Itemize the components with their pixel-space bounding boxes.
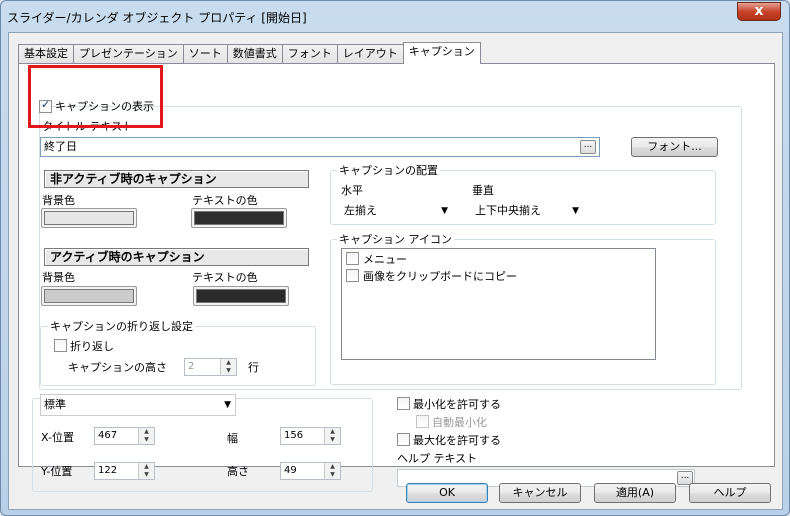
cancel-button[interactable]: キャンセル <box>499 483 581 503</box>
window-title: スライダー/カレンダ オブジェクト プロパティ [開始日] <box>7 11 307 25</box>
width-label: 幅 <box>227 432 238 445</box>
title-text-input[interactable]: 終了日 <box>40 137 600 157</box>
active-caption-header: アクティブ時のキャプション <box>44 248 309 266</box>
height-spinner[interactable]: 49 ▲ ▼ <box>280 462 341 480</box>
icon-copy-image-label: 画像をクリップボードにコピー <box>363 270 517 283</box>
active-text-color-label: テキストの色 <box>192 271 258 284</box>
caption-icons-group-label: キャプション アイコン <box>337 233 454 246</box>
inactive-text-swatch <box>194 211 284 225</box>
y-position-label: Y-位置 <box>41 465 73 478</box>
ok-button[interactable]: OK <box>406 483 488 503</box>
spinner-arrows-icon[interactable]: ▲ ▼ <box>324 463 340 479</box>
help-button[interactable]: ヘルプ <box>689 483 771 503</box>
tab-bar: 基本設定 プレゼンテーション ソート 数値書式 フォント レイアウト キャプショ… <box>18 42 481 64</box>
icon-copy-image-checkbox[interactable] <box>346 269 359 282</box>
chevron-down-icon: ▼ <box>441 206 448 216</box>
icon-menu-checkbox[interactable] <box>346 252 359 265</box>
allow-minimize-checkbox[interactable] <box>397 397 410 410</box>
chevron-down-icon: ▼ <box>572 206 579 216</box>
position-mode-select[interactable]: 標準 ▼ <box>40 394 236 416</box>
width-spinner[interactable]: 156 ▲ ▼ <box>280 427 341 445</box>
horizontal-align-value: 左揃え <box>344 204 377 217</box>
apply-button[interactable]: 適用(A) <box>594 483 676 503</box>
allow-minimize-label: 最小化を許可する <box>413 398 501 411</box>
width-value: 156 <box>284 430 304 441</box>
horizontal-align-select[interactable]: 左揃え ▼ <box>340 200 453 222</box>
position-mode-value: 標準 <box>44 398 66 411</box>
inactive-bg-color-button[interactable] <box>41 208 137 228</box>
x-position-value: 467 <box>98 430 118 441</box>
active-bg-color-button[interactable] <box>41 286 137 306</box>
allow-maximize-label: 最大化を許可する <box>413 434 501 447</box>
spinner-arrows-icon[interactable]: ▲ ▼ <box>138 428 154 444</box>
caption-height-spinner[interactable]: 2 ▲ ▼ <box>184 358 237 376</box>
tab-number-format[interactable]: 数値書式 <box>226 44 283 64</box>
vertical-align-value: 上下中央揃え <box>475 204 541 217</box>
chevron-down-icon: ▼ <box>224 400 231 410</box>
tab-sort[interactable]: ソート <box>182 44 228 64</box>
height-label: 高さ <box>227 465 249 478</box>
caption-icons-list: メニュー 画像をクリップボードにコピー <box>341 248 656 360</box>
spinner-arrows-icon[interactable]: ▲ ▼ <box>220 359 236 375</box>
vertical-align-select[interactable]: 上下中央揃え ▼ <box>471 200 584 222</box>
inactive-bg-swatch <box>44 211 134 225</box>
help-text-label: ヘルプ テキスト <box>397 452 478 465</box>
alignment-group-label: キャプションの配置 <box>337 164 440 177</box>
auto-minimize-checkbox[interactable] <box>416 415 429 428</box>
active-text-swatch <box>196 289 286 303</box>
wrap-label: 折り返し <box>70 340 114 353</box>
spinner-arrows-icon[interactable]: ▲ ▼ <box>324 428 340 444</box>
tab-presentation[interactable]: プレゼンテーション <box>73 44 184 64</box>
dialog-window: スライダー/カレンダ オブジェクト プロパティ [開始日] x 基本設定 プレゼ… <box>0 0 790 516</box>
wrap-group <box>40 326 316 386</box>
active-text-color-button[interactable] <box>193 286 289 306</box>
inactive-bg-label: 背景色 <box>42 194 75 207</box>
spinner-arrows-icon[interactable]: ▲ ▼ <box>138 463 154 479</box>
tab-caption[interactable]: キャプション <box>402 42 481 64</box>
title-text-browse-button[interactable]: ... <box>580 140 596 154</box>
x-position-label: X-位置 <box>41 431 74 444</box>
inactive-caption-header: 非アクティブ時のキャプション <box>44 170 309 188</box>
x-position-spinner[interactable]: 467 ▲ ▼ <box>94 427 155 445</box>
wrap-group-label: キャプションの折り返し設定 <box>48 320 195 333</box>
wrap-checkbox[interactable] <box>54 339 67 352</box>
auto-minimize-label: 自動最小化 <box>432 416 487 429</box>
tab-font[interactable]: フォント <box>281 44 338 64</box>
highlight-box <box>28 65 163 128</box>
y-position-value: 122 <box>98 465 118 476</box>
inactive-text-color-button[interactable] <box>191 208 287 228</box>
active-bg-swatch <box>44 289 134 303</box>
icon-menu-label: メニュー <box>363 253 407 266</box>
height-value: 49 <box>284 465 297 476</box>
y-position-spinner[interactable]: 122 ▲ ▼ <box>94 462 155 480</box>
tab-layout[interactable]: レイアウト <box>336 44 404 64</box>
allow-maximize-checkbox[interactable] <box>397 433 410 446</box>
caption-height-value: 2 <box>188 361 195 372</box>
inactive-text-color-label: テキストの色 <box>192 194 258 207</box>
tab-basic[interactable]: 基本設定 <box>18 44 74 64</box>
close-button[interactable]: x <box>737 2 781 21</box>
caption-height-unit: 行 <box>248 361 259 374</box>
vertical-label: 垂直 <box>472 184 494 197</box>
font-button[interactable]: フォント... <box>631 137 718 157</box>
horizontal-label: 水平 <box>341 184 363 197</box>
active-bg-label: 背景色 <box>42 271 75 284</box>
caption-height-label: キャプションの高さ <box>68 361 167 374</box>
